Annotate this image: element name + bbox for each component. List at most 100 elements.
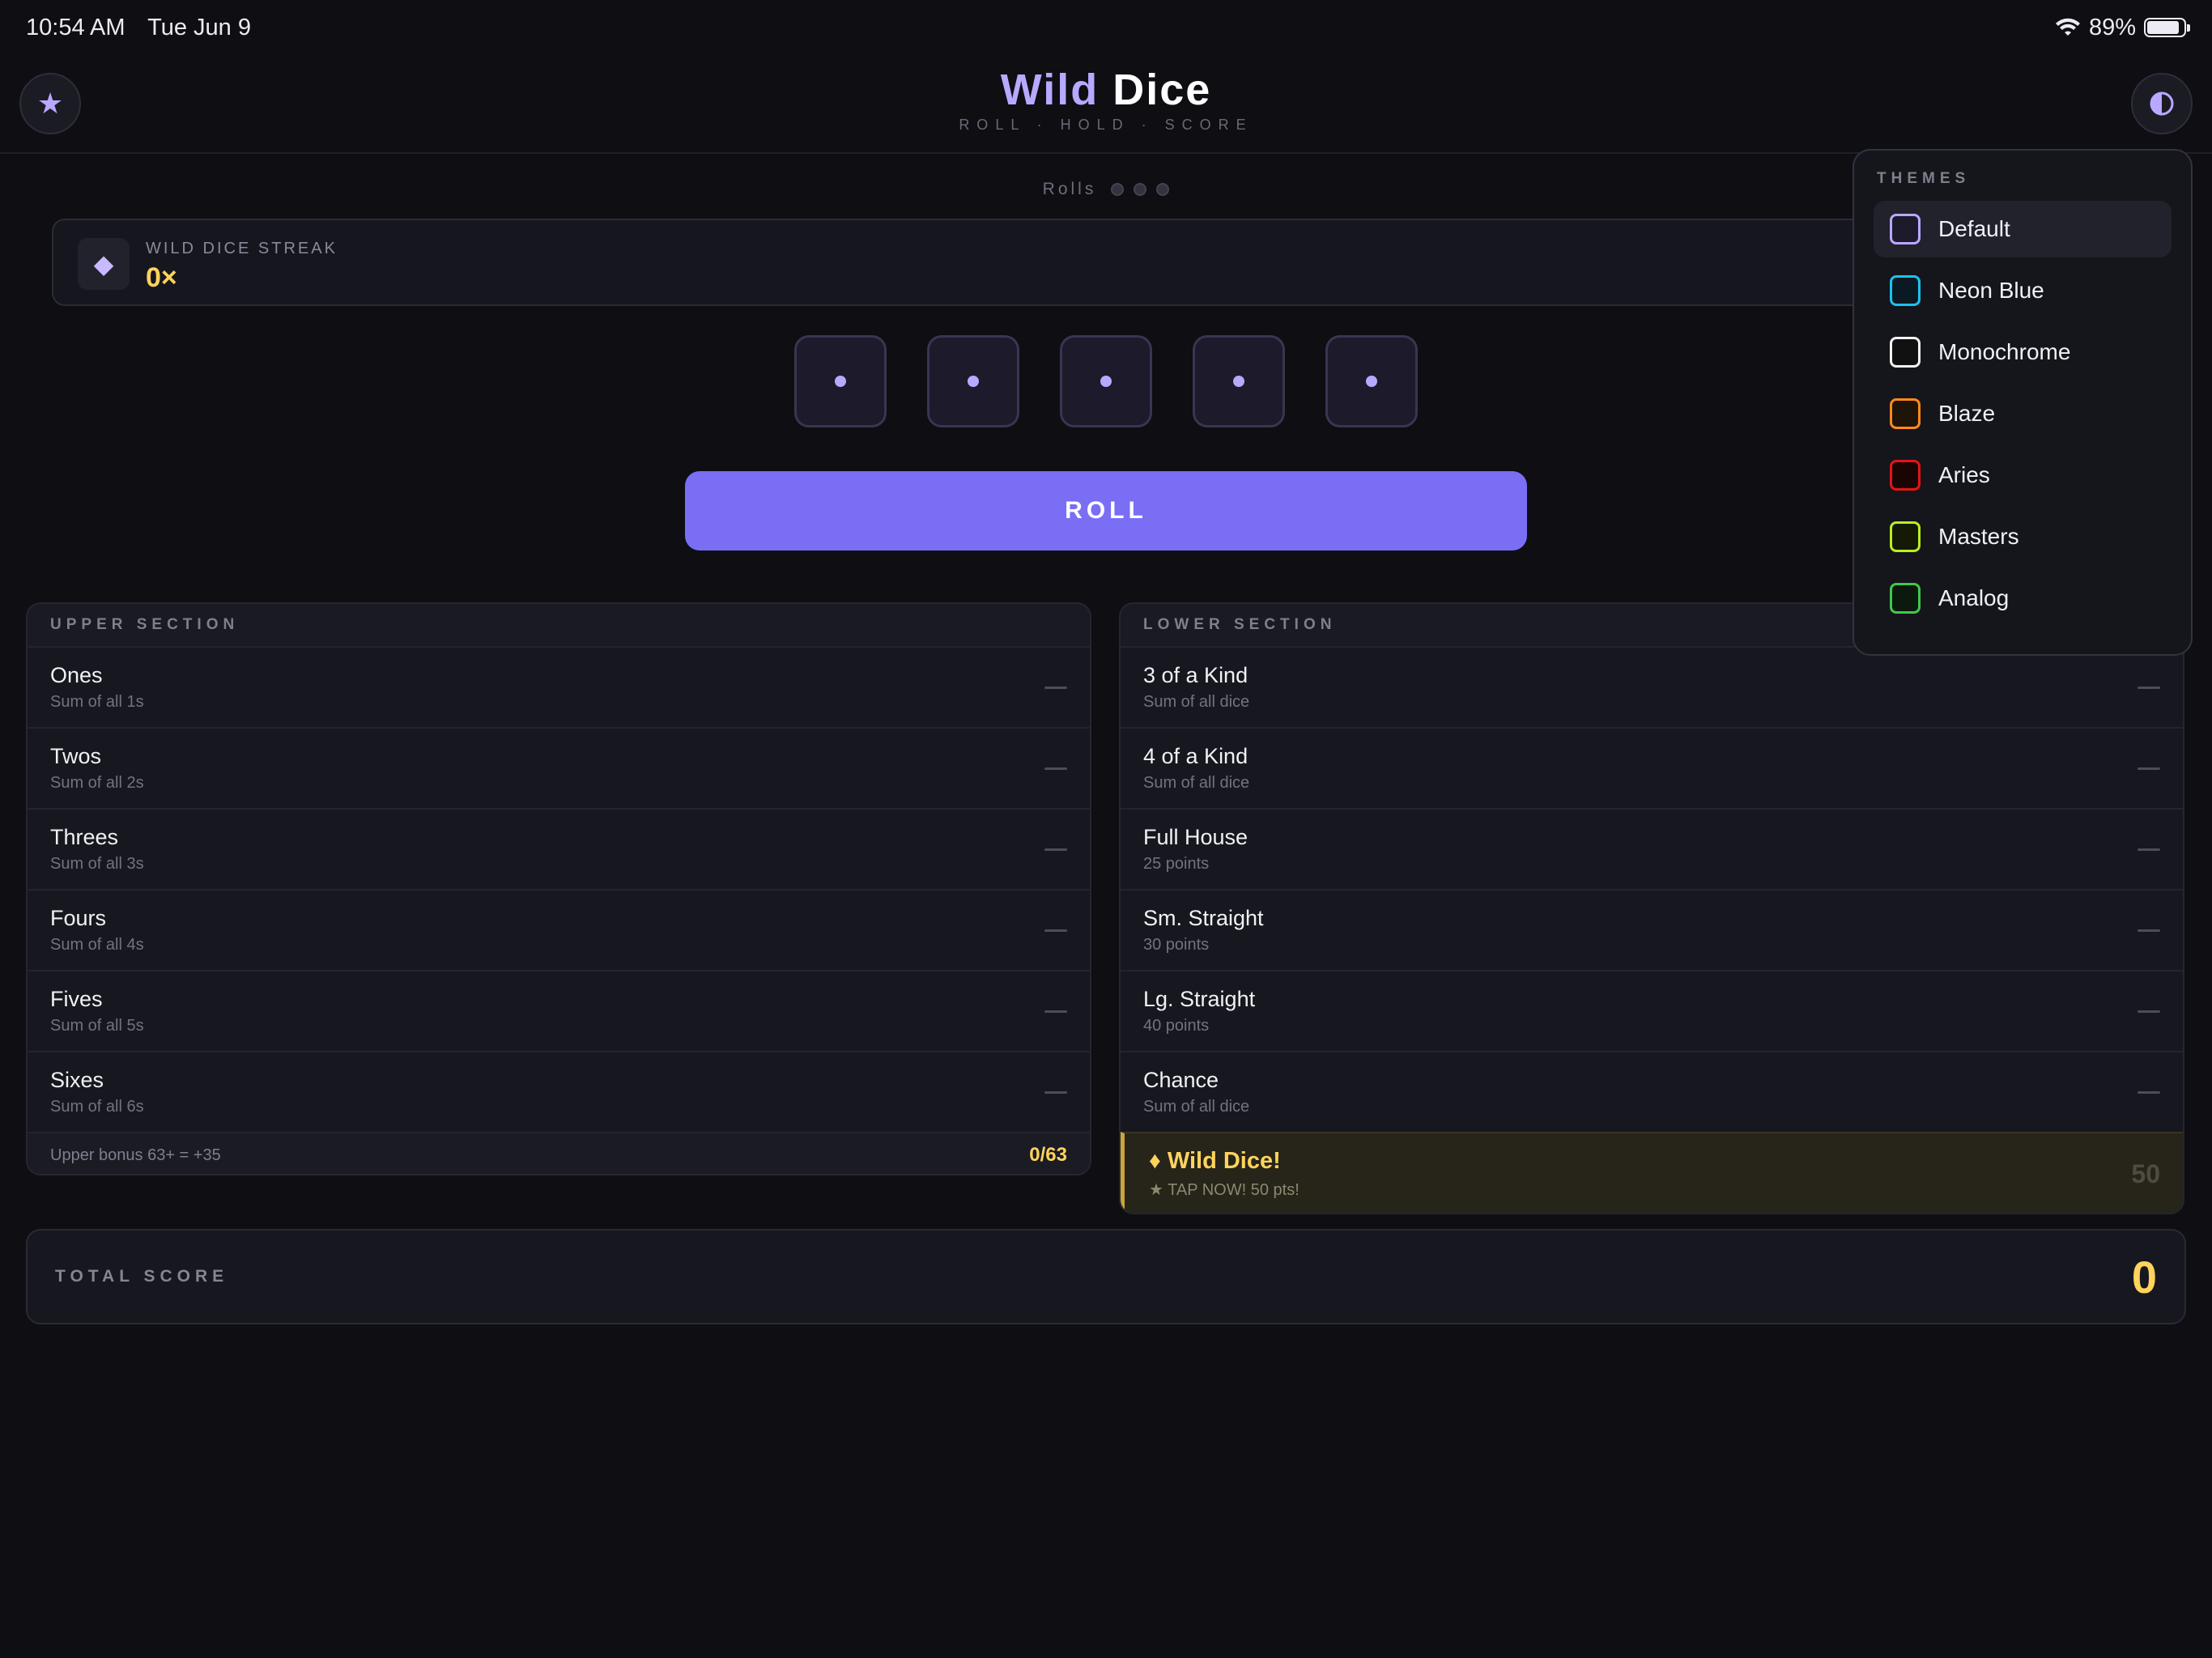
rolls-dots [1111, 183, 1170, 196]
lower-score-row[interactable]: Sm. Straight 30 points [1121, 889, 2183, 970]
score-row-name: Sixes [50, 1068, 104, 1092]
upper-bonus-row: Upper bonus 63+ = +35 0/63 [28, 1132, 1090, 1174]
theme-swatch [1890, 214, 1921, 244]
score-row-name: 4 of a Kind [1143, 744, 1249, 768]
theme-name: Aries [1938, 462, 1990, 487]
app-subtitle: ROLL · HOLD · SCORE [959, 117, 1253, 133]
die-pip [1233, 376, 1244, 387]
score-empty-dash [2138, 686, 2160, 689]
wifi-icon [2055, 18, 2080, 36]
score-row-name: Full House [1143, 825, 1249, 849]
theme-option[interactable]: Aries [1874, 447, 2172, 504]
streak-card: ◆ WILD DICE STREAK 0× [52, 219, 2011, 306]
die-5[interactable] [1325, 335, 1418, 427]
wild-dice-value: 50 [2131, 1158, 2160, 1188]
title-block: Wild Dice ROLL · HOLD · SCORE [0, 65, 2212, 134]
wild-dice-row[interactable]: ♦ Wild Dice! ★ TAP NOW! 50 pts! 50 [1121, 1132, 2183, 1213]
app-header: ★ Wild Dice ROLL · HOLD · SCORE [0, 65, 2212, 154]
score-empty-dash [2138, 767, 2160, 770]
score-row-name: 3 of a Kind [1143, 663, 1249, 687]
theme-name: Blaze [1938, 401, 1996, 426]
score-row-name: Sm. Straight [1143, 906, 1264, 930]
theme-button[interactable] [2131, 73, 2193, 134]
score-row-text: Threes Sum of all 3s [50, 825, 144, 874]
die-pip [1100, 376, 1112, 387]
upper-score-row[interactable]: Threes Sum of all 3s [28, 808, 1090, 889]
score-row-text: Ones Sum of all 1s [50, 663, 144, 712]
upper-section-panel: UPPER SECTION Ones Sum of all 1s Twos Sum o… [26, 602, 1091, 1175]
die-pip [1366, 376, 1377, 387]
lower-score-row[interactable]: Chance Sum of all dice [1121, 1051, 2183, 1132]
score-empty-dash [2138, 929, 2160, 932]
score-row-desc: Sum of all 1s [50, 693, 144, 711]
score-row-text: 3 of a Kind Sum of all dice [1143, 663, 1249, 712]
theme-option[interactable]: Monochrome [1874, 324, 2172, 380]
score-row-text: Lg. Straight 40 points [1143, 987, 1255, 1035]
upper-score-row[interactable]: Sixes Sum of all 6s [28, 1051, 1090, 1132]
score-row-desc: 25 points [1143, 855, 1210, 873]
score-empty-dash [1044, 767, 1067, 770]
die-pip [968, 376, 979, 387]
roll-dot [1111, 183, 1125, 196]
theme-name: Default [1938, 216, 2010, 241]
die-3[interactable] [1060, 335, 1152, 427]
score-row-text: Sixes Sum of all 6s [50, 1068, 144, 1116]
streak-label: WILD DICE STREAK [146, 240, 338, 257]
die-1[interactable] [794, 335, 887, 427]
score-row-text: Sm. Straight 30 points [1143, 906, 1264, 954]
score-row-desc: Sum of all 5s [50, 1017, 144, 1035]
theme-swatch [1890, 275, 1921, 306]
streak-value: 0× [146, 262, 177, 293]
die-2[interactable] [927, 335, 1019, 427]
score-row-text: 4 of a Kind Sum of all dice [1143, 744, 1249, 793]
lower-score-row[interactable]: 3 of a Kind Sum of all dice [1121, 646, 2183, 727]
theme-option[interactable]: Default [1874, 201, 2172, 257]
themes-title: THEMES [1877, 170, 1971, 187]
theme-option[interactable]: Neon Blue [1874, 262, 2172, 319]
upper-score-row[interactable]: Fours Sum of all 4s [28, 889, 1090, 970]
score-row-desc: Sum of all 3s [50, 855, 144, 873]
score-empty-dash [1044, 1090, 1067, 1094]
roll-button[interactable]: ROLL [685, 471, 1527, 551]
status-right: 89% [2055, 15, 2190, 41]
app-title-dice: Dice [1112, 66, 1212, 114]
die-4[interactable] [1193, 335, 1285, 427]
upper-bonus-label: Upper bonus 63+ = +35 [50, 1146, 221, 1164]
score-row-text: Fives Sum of all 5s [50, 987, 144, 1035]
wild-dice-desc: ★ TAP NOW! 50 pts! [1149, 1181, 1300, 1199]
half-circle-icon [2150, 91, 2174, 116]
theme-name: Monochrome [1938, 339, 2071, 364]
die-pip [835, 376, 846, 387]
theme-option[interactable]: Analog [1874, 570, 2172, 627]
score-row-name: Chance [1143, 1068, 1219, 1092]
lower-score-row[interactable]: Full House 25 points [1121, 808, 2183, 889]
upper-rows: Ones Sum of all 1s Twos Sum of all 2s Threes… [28, 646, 1090, 1132]
theme-swatch [1890, 521, 1921, 552]
status-date: Tue Jun 9 [147, 14, 251, 40]
score-row-desc: Sum of all 6s [50, 1098, 144, 1116]
total-score-value: 0 [2131, 1251, 2157, 1303]
theme-option[interactable]: Masters [1874, 508, 2172, 565]
score-row-name: Fives [50, 987, 103, 1011]
theme-swatch [1890, 337, 1921, 368]
lower-rows: 3 of a Kind Sum of all dice 4 of a Kind Sum… [1121, 646, 2183, 1132]
status-time: 10:54 AM [26, 14, 125, 40]
upper-score-row[interactable]: Ones Sum of all 1s [28, 646, 1090, 727]
score-row-desc: Sum of all 2s [50, 774, 144, 792]
lower-score-row[interactable]: Lg. Straight 40 points [1121, 970, 2183, 1051]
theme-swatch [1890, 398, 1921, 429]
score-empty-dash [2138, 1090, 2160, 1094]
theme-name: Neon Blue [1938, 278, 2044, 303]
score-row-desc: Sum of all dice [1143, 1098, 1250, 1116]
status-left: 10:54 AM Tue Jun 9 [26, 15, 267, 41]
roll-dot [1134, 183, 1147, 196]
upper-score-row[interactable]: Twos Sum of all 2s [28, 727, 1090, 808]
lower-score-row[interactable]: 4 of a Kind Sum of all dice [1121, 727, 2183, 808]
upper-score-row[interactable]: Fives Sum of all 5s [28, 970, 1090, 1051]
upper-bonus-value: 0/63 [1029, 1144, 1067, 1166]
score-empty-dash [2138, 848, 2160, 851]
theme-option[interactable]: Blaze [1874, 385, 2172, 442]
app-title-wild: Wild [1000, 66, 1100, 114]
score-empty-dash [1044, 848, 1067, 851]
score-row-desc: Sum of all 4s [50, 936, 144, 954]
